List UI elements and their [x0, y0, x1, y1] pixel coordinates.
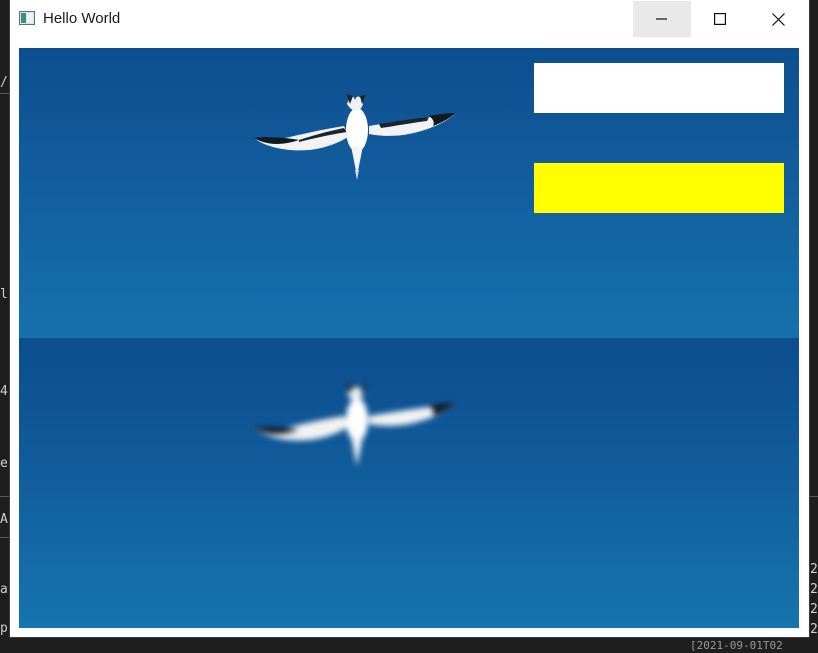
minimize-button[interactable] — [633, 1, 691, 37]
qt-window-icon[interactable] — [19, 11, 35, 25]
bg-terminal-char: p — [0, 621, 8, 636]
app-window: Hello World — [10, 0, 809, 637]
bg-terminal-char: 2 — [810, 562, 818, 577]
gannet-bird-image — [254, 94, 456, 180]
bg-terminal-char: e — [0, 456, 8, 471]
bg-terminal-divider — [809, 496, 818, 497]
gannet-bird-blurred-image — [254, 384, 456, 466]
minimize-icon — [656, 18, 667, 20]
bg-terminal-char: 2 — [810, 622, 818, 637]
maximize-button[interactable] — [691, 1, 749, 37]
bg-terminal-divider — [0, 496, 9, 497]
bg-terminal-divider — [0, 93, 9, 94]
close-button[interactable] — [749, 1, 807, 37]
white-overlay-rect — [534, 63, 784, 113]
bg-terminal-char: 2 — [810, 582, 818, 597]
bg-terminal-char: / — [0, 75, 8, 90]
bg-terminal-log-line: [2021-09-01T02 — [690, 639, 783, 652]
video-render-area — [19, 48, 799, 628]
close-icon — [771, 12, 785, 26]
bg-terminal-char: a — [0, 582, 8, 597]
bg-terminal-divider — [0, 537, 9, 538]
bg-terminal-char: A — [0, 512, 8, 527]
bg-terminal-char: l — [0, 287, 8, 302]
bg-terminal-char: 4 — [0, 384, 8, 399]
title-bar[interactable]: Hello World — [10, 0, 809, 37]
bg-terminal-char: 2 — [810, 602, 818, 617]
yellow-overlay-rect — [534, 163, 784, 213]
window-title: Hello World — [43, 10, 121, 27]
maximize-icon — [714, 13, 726, 25]
